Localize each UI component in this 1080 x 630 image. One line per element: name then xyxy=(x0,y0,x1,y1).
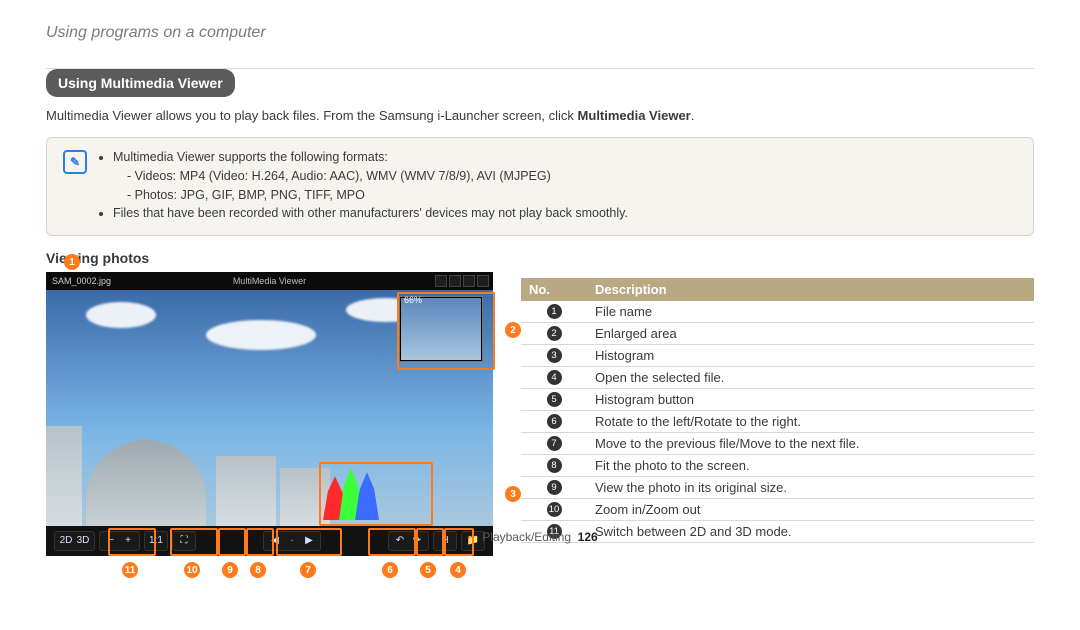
window-buttons xyxy=(435,275,489,287)
callout-3: 3 xyxy=(505,486,521,502)
table-row: 8 Fit the photo to the screen. xyxy=(521,455,1034,477)
table-header-desc: Description xyxy=(587,278,1034,301)
row-desc: Histogram button xyxy=(587,389,1034,410)
table-row: 9 View the photo in its original size. xyxy=(521,477,1034,499)
callout-6: 6 xyxy=(382,562,398,578)
intro-text: Multimedia Viewer allows you to play bac… xyxy=(46,108,578,123)
row-desc: View the photo in its original size. xyxy=(587,477,1034,498)
callout-9: 9 xyxy=(222,562,238,578)
maximize-icon[interactable] xyxy=(449,275,461,287)
row-desc: Fit the photo to the screen. xyxy=(587,455,1034,476)
row-badge: 1 xyxy=(547,304,562,319)
row-desc: Open the selected file. xyxy=(587,367,1034,388)
note-box: ✎ Multimedia Viewer supports the followi… xyxy=(46,137,1034,236)
row-badge: 6 xyxy=(547,414,562,429)
table-header-no: No. xyxy=(521,278,587,301)
table-row: 6 Rotate to the left/Rotate to the right. xyxy=(521,411,1034,433)
intro-paragraph: Multimedia Viewer allows you to play bac… xyxy=(46,107,1034,125)
callout-5: 5 xyxy=(420,562,436,578)
description-table: No. Description 1 File name 2 Enlarged are… xyxy=(521,278,1034,543)
viewer-title: MultiMedia Viewer xyxy=(233,276,306,286)
multimedia-viewer-window: SAM_0002.jpg MultiMedia Viewer xyxy=(46,272,493,556)
callout-4: 4 xyxy=(450,562,466,578)
row-badge: 7 xyxy=(547,436,562,451)
row-desc: Enlarged area xyxy=(587,323,1034,344)
row-badge: 9 xyxy=(547,480,562,495)
callout-1: 1 xyxy=(64,254,80,270)
viewer-titlebar: SAM_0002.jpg MultiMedia Viewer xyxy=(46,272,493,290)
note-line-photos-text: Photos: JPG, GIF, BMP, PNG, TIFF, MPO xyxy=(135,188,365,202)
viewer-figure: 1 SAM_0002.jpg MultiMedia Viewer xyxy=(46,272,493,556)
row-badge: 4 xyxy=(547,370,562,385)
restore-icon[interactable] xyxy=(463,275,475,287)
minimize-icon[interactable] xyxy=(435,275,447,287)
note-line-photos: - Photos: JPG, GIF, BMP, PNG, TIFF, MPO xyxy=(113,186,1019,205)
row-desc: Rotate to the left/Rotate to the right. xyxy=(587,411,1034,432)
intro-tail: . xyxy=(691,108,695,123)
histogram-overlay xyxy=(323,464,423,520)
enlarged-area-thumb: 66% xyxy=(399,296,483,362)
table-row: 2 Enlarged area xyxy=(521,323,1034,345)
callout-11: 11 xyxy=(122,562,138,578)
row-desc: File name xyxy=(587,301,1034,322)
callout-8: 8 xyxy=(250,562,266,578)
row-badge: 10 xyxy=(547,502,562,517)
note-line-formats: Multimedia Viewer supports the following… xyxy=(113,148,1019,167)
section-title-pill: Using Multimedia Viewer xyxy=(46,69,235,97)
table-row: 5 Histogram button xyxy=(521,389,1034,411)
table-row: 4 Open the selected file. xyxy=(521,367,1034,389)
footer-page: 126 xyxy=(578,530,598,544)
footer-section: Playback/Editing xyxy=(482,530,571,544)
breadcrumb: Using programs on a computer xyxy=(46,24,1034,42)
note-line-videos: - Videos: MP4 (Video: H.264, Audio: AAC)… xyxy=(113,167,1019,186)
note-line-compat: Files that have been recorded with other… xyxy=(113,204,1019,223)
page-footer: Playback/Editing 126 xyxy=(0,530,1080,544)
intro-bold: Multimedia Viewer xyxy=(578,108,691,123)
row-badge: 3 xyxy=(547,348,562,363)
sub-heading: Viewing photos xyxy=(46,250,1034,266)
viewer-filename: SAM_0002.jpg xyxy=(52,276,111,286)
table-header: No. Description xyxy=(521,278,1034,301)
row-desc: Move to the previous file/Move to the ne… xyxy=(587,433,1034,454)
table-row: 3 Histogram xyxy=(521,345,1034,367)
note-icon: ✎ xyxy=(63,150,87,174)
callout-10: 10 xyxy=(184,562,200,578)
table-row: 10 Zoom in/Zoom out xyxy=(521,499,1034,521)
row-badge: 8 xyxy=(547,458,562,473)
row-badge: 2 xyxy=(547,326,562,341)
note-line-videos-text: Videos: MP4 (Video: H.264, Audio: AAC), … xyxy=(135,169,551,183)
table-row: 7 Move to the previous file/Move to the n… xyxy=(521,433,1034,455)
callout-7: 7 xyxy=(300,562,316,578)
row-desc: Histogram xyxy=(587,345,1034,366)
row-desc: Zoom in/Zoom out xyxy=(587,499,1034,520)
table-row: 1 File name xyxy=(521,301,1034,323)
row-badge: 5 xyxy=(547,392,562,407)
thumb-percent: 66% xyxy=(404,295,422,305)
close-icon[interactable] xyxy=(477,275,489,287)
callout-2: 2 xyxy=(505,322,521,338)
